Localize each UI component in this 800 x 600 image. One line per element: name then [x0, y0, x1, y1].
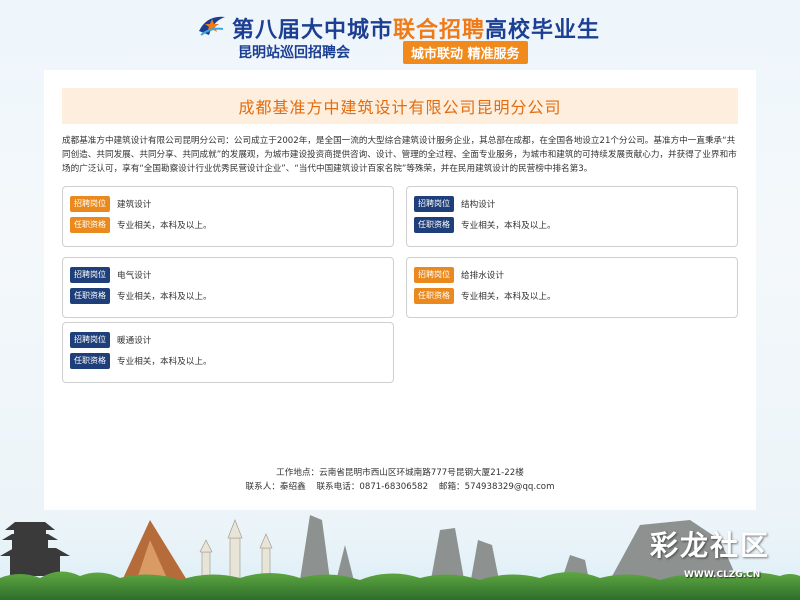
watermark-text: 彩龙社区 — [650, 529, 771, 562]
position-tag: 招聘岗位 — [70, 332, 110, 348]
contact-person: 联系人：秦绍鑫 — [245, 482, 306, 492]
qualification-tag: 任职资格 — [70, 217, 110, 233]
job-card-hvac: 招聘岗位 暖通设计 任职资格 专业相关，本科及以上。 — [62, 322, 394, 383]
job-title: 暖通设计 — [117, 336, 152, 346]
job-title: 电气设计 — [117, 271, 152, 281]
watermark-url: WWW.CLZG.CN — [684, 570, 761, 580]
position-tag: 招聘岗位 — [70, 267, 110, 283]
job-card-structure: 招聘岗位 结构设计 任职资格 专业相关，本科及以上。 — [406, 186, 738, 247]
job-title: 结构设计 — [461, 200, 496, 210]
job-card-architecture: 招聘岗位 建筑设计 任职资格 专业相关，本科及以上。 — [62, 186, 394, 247]
job-requirement: 专业相关，本科及以上。 — [461, 221, 556, 231]
contact-email: 邮箱：574938329@qq.com — [438, 482, 555, 492]
job-card-electrical: 招聘岗位 电气设计 任职资格 专业相关，本科及以上。 — [62, 257, 394, 318]
qualification-tag: 任职资格 — [70, 288, 110, 304]
fair-slogan-badge: 城市联动 精准服务 — [403, 41, 528, 64]
job-requirement: 专业相关，本科及以上。 — [117, 357, 212, 367]
contact-phone: 联系电话：0871-68306582 — [316, 482, 429, 492]
position-tag: 招聘岗位 — [414, 267, 454, 283]
job-requirement: 专业相关，本科及以上。 — [117, 221, 212, 231]
qualification-tag: 任职资格 — [414, 217, 454, 233]
job-card-plumbing: 招聘岗位 给排水设计 任职资格 专业相关，本科及以上。 — [406, 257, 738, 318]
job-title: 建筑设计 — [117, 200, 152, 210]
company-panel: 成都基准方中建筑设计有限公司昆明分公司 成都基准方中建筑设计有限公司昆明分公司：… — [44, 70, 756, 510]
contact-footer: 工作地点：云南省昆明市西山区环城南路777号昆钢大厦21-22楼 联系人：秦绍鑫… — [44, 466, 756, 494]
qualification-tag: 任职资格 — [414, 288, 454, 304]
qualification-tag: 任职资格 — [70, 353, 110, 369]
company-intro: 成都基准方中建筑设计有限公司昆明分公司：公司成立于2002年，是全国一流的大型综… — [62, 136, 737, 174]
fair-logo-icon — [199, 16, 225, 36]
company-name: 成都基准方中建筑设计有限公司昆明分公司 — [238, 98, 562, 117]
work-address: 工作地点：云南省昆明市西山区环城南路777号昆钢大厦21-22楼 — [276, 468, 524, 478]
job-requirement: 专业相关，本科及以上。 — [117, 292, 212, 302]
fair-subtitle: 昆明站巡回招聘会 — [238, 45, 350, 61]
page-header: 第八届大中城市联合招聘高校毕业生 昆明站巡回招聘会 城市联动 精准服务 — [0, 0, 800, 66]
job-title: 给排水设计 — [461, 271, 504, 281]
fair-title: 第八届大中城市联合招聘高校毕业生 — [232, 18, 601, 43]
position-tag: 招聘岗位 — [70, 196, 110, 212]
position-tag: 招聘岗位 — [414, 196, 454, 212]
company-title-band: 成都基准方中建筑设计有限公司昆明分公司 — [62, 88, 738, 124]
job-requirement: 专业相关，本科及以上。 — [461, 292, 556, 302]
